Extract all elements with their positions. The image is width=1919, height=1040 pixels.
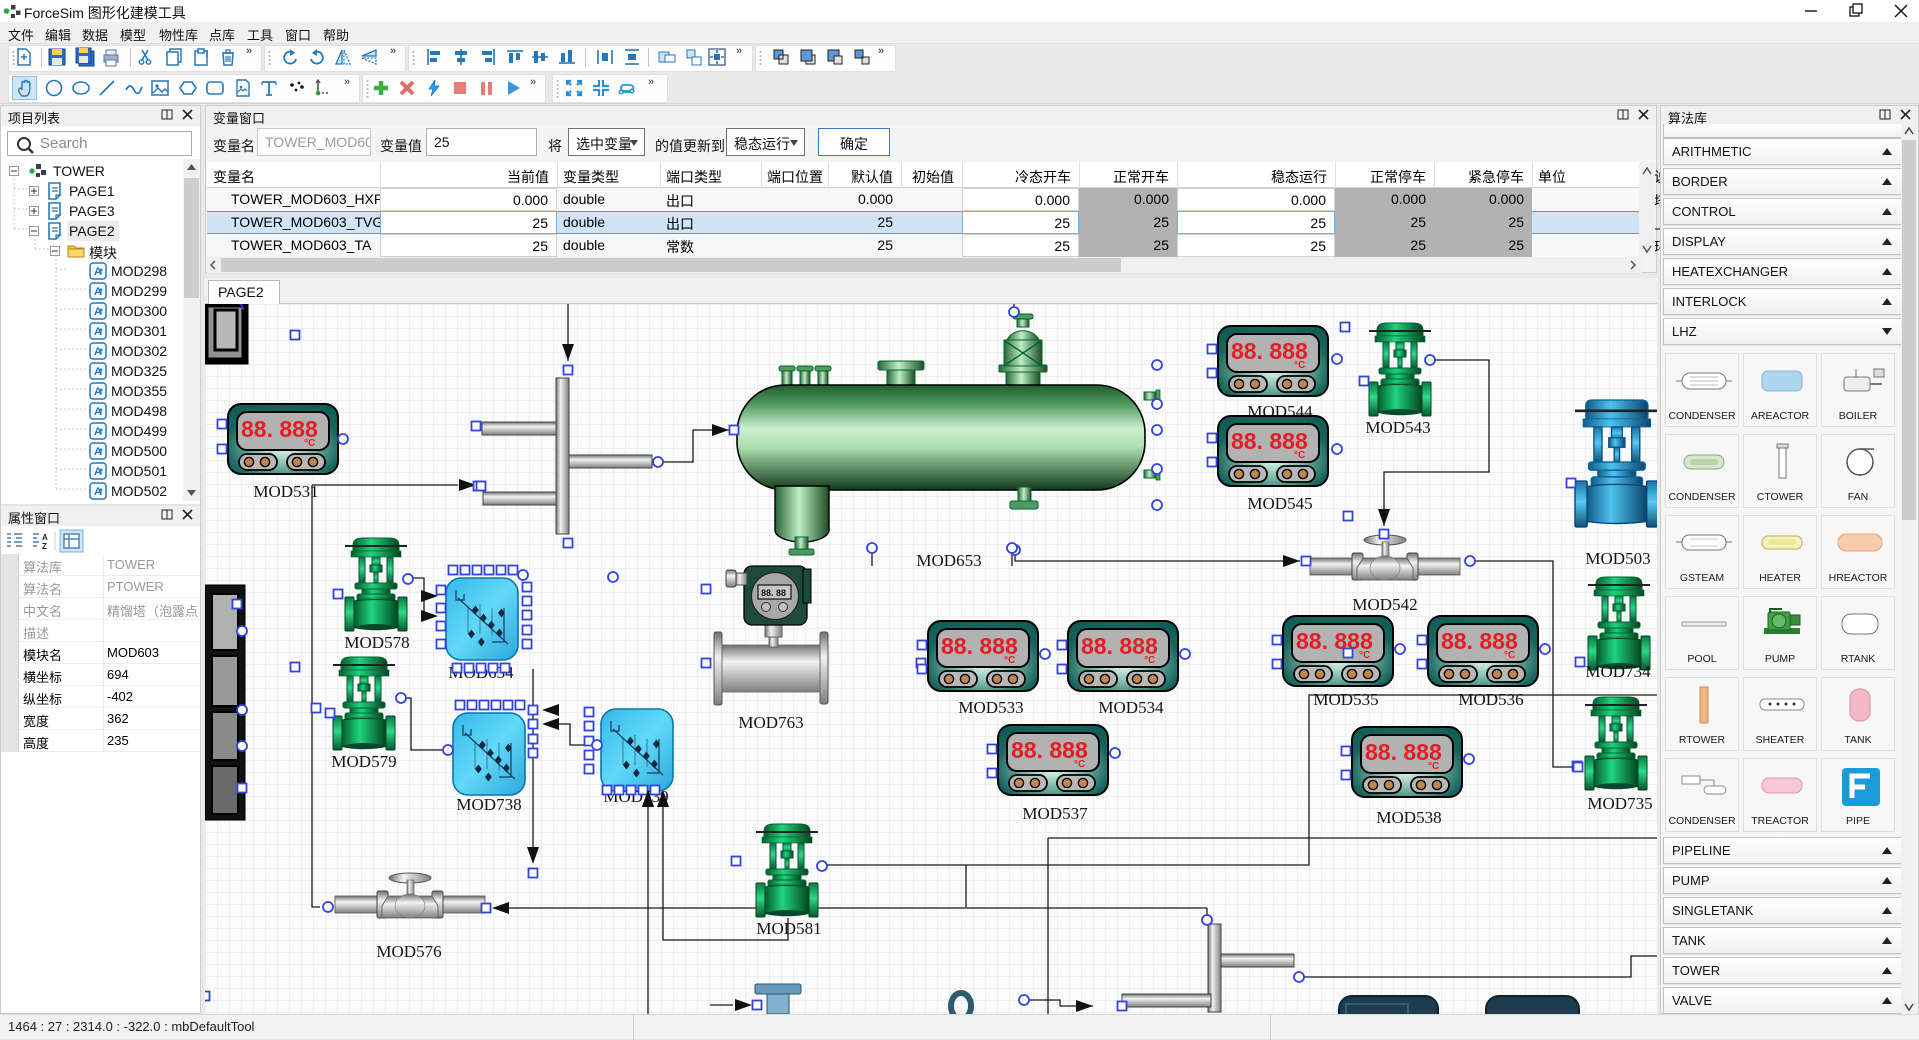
- svg-text:MOD735: MOD735: [1587, 794, 1652, 813]
- svg-text:MOD537: MOD537: [1022, 804, 1088, 823]
- svg-text:MOD534: MOD534: [1098, 698, 1164, 717]
- svg-text:MOD538: MOD538: [1376, 808, 1441, 827]
- svg-text:MOD576: MOD576: [376, 942, 441, 961]
- svg-text:MOD536: MOD536: [1458, 690, 1523, 709]
- svg-text:88. 88: 88. 88: [761, 588, 786, 598]
- svg-text:MOD542: MOD542: [1352, 595, 1417, 614]
- svg-text:MOD535: MOD535: [1313, 690, 1378, 709]
- svg-text:A: A: [42, 533, 48, 542]
- svg-text:MOD503: MOD503: [1585, 549, 1650, 568]
- svg-text:MOD653: MOD653: [916, 551, 981, 570]
- svg-text:MOD738: MOD738: [456, 795, 521, 814]
- svg-text:Z: Z: [42, 542, 47, 551]
- svg-text:MOD581: MOD581: [756, 919, 821, 938]
- svg-text:MOD543: MOD543: [1365, 418, 1430, 437]
- svg-text:MOD533: MOD533: [958, 698, 1023, 717]
- svg-text:MOD531: MOD531: [253, 482, 318, 501]
- svg-text:MOD734: MOD734: [1585, 662, 1651, 681]
- svg-text:MOD579: MOD579: [331, 752, 396, 771]
- svg-text:MOD763: MOD763: [738, 713, 803, 732]
- svg-text:MOD545: MOD545: [1247, 494, 1312, 513]
- svg-text:MOD578: MOD578: [344, 633, 409, 652]
